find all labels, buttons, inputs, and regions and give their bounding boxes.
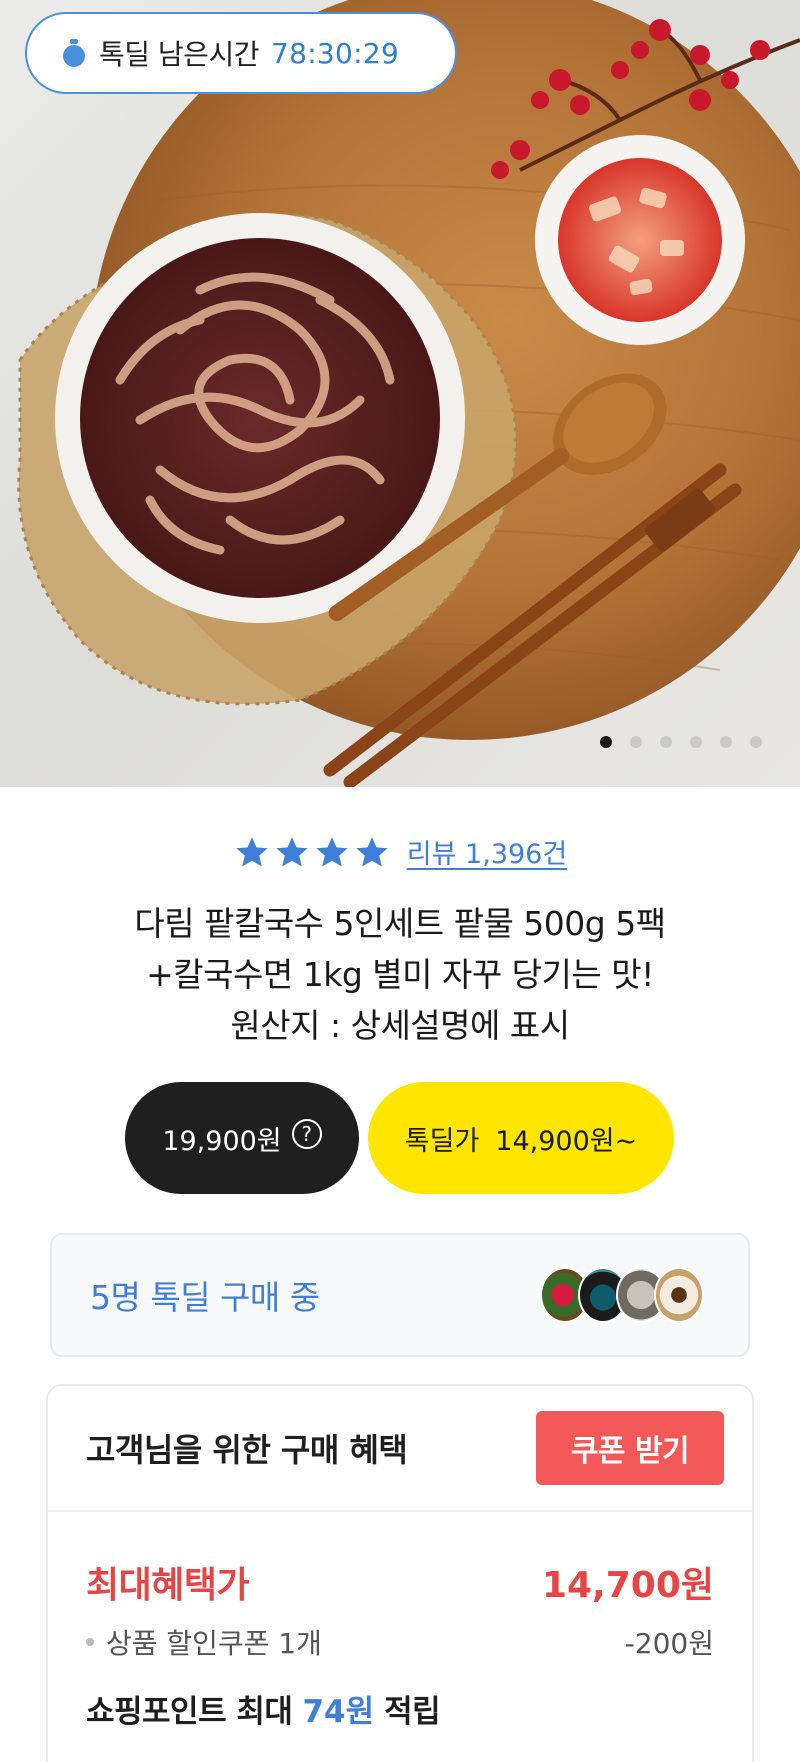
coupon-discount-label: 상품 할인쿠폰 1개 [86,1622,322,1662]
stopwatch-icon [63,39,85,67]
gallery-dot-5[interactable] [720,736,732,748]
points-prefix: 쇼핑포인트 최대 [86,1694,293,1730]
help-icon[interactable]: ? [291,1119,322,1149]
bullet-icon [86,1638,94,1646]
deal-price-label: 톡딜가 [404,1125,480,1157]
product-title: 다림 팥칼국수 5인세트 팥물 500g 5팩 +칼국수면 1kg 별미 자꾸 … [60,898,740,1051]
gallery-pagination [600,736,762,748]
star-rating [233,834,391,870]
rating-row: 리뷰 1,396건 [0,832,800,871]
original-price: 19,900원 [162,1125,282,1157]
coupon-discount-text: 상품 할인쿠폰 1개 [106,1627,322,1660]
timer-label: 톡딜 남은시간 [99,38,259,71]
gallery-dot-1[interactable] [600,736,612,748]
timer-countdown: 78:30:29 [270,36,400,70]
max-benefit-row: 최대혜택가 14,700원 [86,1556,714,1608]
star-icon [316,836,348,867]
buyer-avatars [540,1267,704,1323]
benefit-header: 고객님을 위한 구매 혜택 쿠폰 받기 [48,1386,752,1512]
gallery-dot-4[interactable] [690,736,702,748]
product-image-gallery[interactable]: 톡딜 남은시간 78:30:29 [0,0,800,787]
benefit-title: 고객님을 위한 구매 혜택 [86,1431,408,1469]
product-title-line-2: +칼국수면 1kg 별미 자꾸 당기는 맛! [146,955,654,994]
buyers-count-text: 5명 톡딜 구매 중 [90,1278,320,1317]
product-title-line-1: 다림 팥칼국수 5인세트 팥물 500g 5팩 [134,904,666,943]
product-photo [17,0,800,787]
get-coupon-button[interactable]: 쿠폰 받기 [536,1411,724,1485]
buyers-banner[interactable]: 5명 톡딜 구매 중 [50,1233,750,1357]
star-icon [356,836,388,867]
points-amount: 74원 [302,1694,375,1730]
coupon-discount-amount: -200원 [624,1627,714,1660]
coupon-discount-row: 상품 할인쿠폰 1개 -200원 [86,1622,714,1662]
gallery-dot-2[interactable] [630,736,642,748]
star-icon [276,836,308,867]
max-benefit-price: 14,700원 [541,1565,714,1606]
product-origin: 원산지 : 상세설명에 표시 [230,1006,570,1045]
max-benefit-label: 최대혜택가 [86,1565,250,1606]
gallery-dot-3[interactable] [660,736,672,748]
original-price-pill[interactable]: 19,900원 ? [125,1082,359,1194]
gallery-dot-6[interactable] [750,736,762,748]
review-count-link[interactable]: 리뷰 1,396건 [407,832,567,871]
deal-timer-badge: 톡딜 남은시간 78:30:29 [25,12,457,94]
star-icon [236,836,268,867]
deal-price: 14,900원~ [495,1125,638,1157]
avatar [654,1267,704,1323]
shopping-points-row: 쇼핑포인트 최대 74원 적립 [86,1686,714,1731]
deal-price-pill[interactable]: 톡딜가 14,900원~ [368,1082,674,1194]
points-suffix: 적립 [384,1694,441,1730]
purchase-benefit-card: 고객님을 위한 구매 혜택 쿠폰 받기 최대혜택가 14,700원 상품 할인쿠… [46,1384,754,1762]
